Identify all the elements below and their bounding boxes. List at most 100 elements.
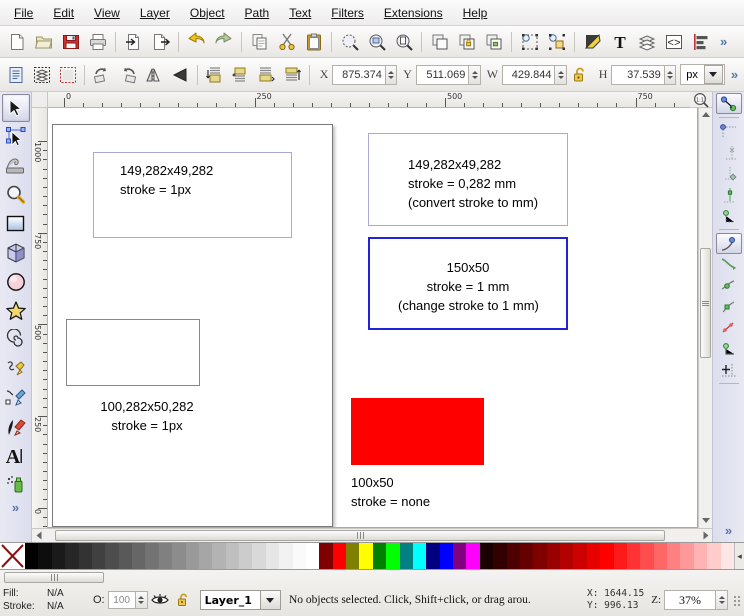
palette-swatch[interactable] [507, 543, 520, 569]
palette-swatch[interactable] [186, 543, 199, 569]
palette-swatch[interactable] [453, 543, 466, 569]
palette-swatch[interactable] [252, 543, 265, 569]
palette-swatch[interactable] [79, 543, 92, 569]
horizontal-ruler[interactable]: 0250500750 [48, 92, 690, 108]
snap-nodes-paths-toggle[interactable] [716, 233, 742, 254]
palette-swatch[interactable] [493, 543, 506, 569]
spray-tool[interactable] [2, 471, 30, 499]
horizontal-scrollbar[interactable] [32, 528, 712, 542]
palette-swatch[interactable] [627, 543, 640, 569]
xml-editor-icon[interactable]: <> [661, 29, 686, 54]
palette-swatch[interactable] [105, 543, 118, 569]
opacity-spinner[interactable] [136, 591, 148, 609]
w-field[interactable]: 429.844 [502, 65, 555, 85]
flip-horizontal-icon[interactable] [142, 62, 166, 87]
palette-swatch[interactable] [721, 543, 734, 569]
palette-swatch[interactable] [480, 543, 493, 569]
palette-swatch[interactable] [373, 543, 386, 569]
palette-swatch[interactable] [38, 543, 51, 569]
rotate-cw-icon[interactable] [116, 62, 140, 87]
snap-to-cusp-nodes-icon[interactable] [716, 296, 742, 317]
palette-swatch[interactable] [600, 543, 613, 569]
zoom-page-icon[interactable] [391, 29, 416, 54]
scroll-right-button[interactable] [699, 529, 712, 542]
group-icon[interactable] [517, 29, 542, 54]
w-field-spinner[interactable] [555, 65, 566, 85]
palette-swatch[interactable] [466, 543, 479, 569]
rectangle-tool[interactable] [2, 210, 30, 238]
text-and-font-icon[interactable]: T [607, 29, 632, 54]
horizontal-scroll-thumb[interactable] [55, 530, 665, 541]
scroll-down-button[interactable] [699, 514, 712, 527]
snap-smooth-nodes-icon[interactable] [716, 317, 742, 338]
spiral-tool[interactable] [2, 326, 30, 354]
snap-line-midpoints-icon[interactable] [716, 338, 742, 359]
toolbox-overflow[interactable]: » [6, 500, 25, 515]
palette-scroll-button[interactable]: ◂ [734, 543, 744, 569]
color-palette[interactable]: ◂ [0, 542, 744, 570]
chevron-down-icon[interactable] [704, 65, 723, 84]
palette-scrollbar-thumb[interactable] [4, 572, 104, 583]
tweak-tool[interactable] [2, 152, 30, 180]
zoom-1-to-1-icon[interactable]: 1:1 [690, 92, 712, 108]
layer-unlocked-padlock-icon[interactable] [173, 590, 195, 610]
cut-icon[interactable] [274, 29, 299, 54]
palette-swatch[interactable] [319, 543, 332, 569]
palette-swatch[interactable] [306, 543, 319, 569]
palette-swatch[interactable] [239, 543, 252, 569]
menu-edit[interactable]: Edit [43, 3, 84, 23]
menu-view[interactable]: View [84, 3, 130, 23]
menu-path[interactable]: Path [235, 3, 280, 23]
star-tool[interactable] [2, 297, 30, 325]
rect-red-filled[interactable] [351, 398, 484, 465]
palette-swatch[interactable] [279, 543, 292, 569]
palette-swatch[interactable] [293, 543, 306, 569]
lower-to-bottom-icon[interactable] [280, 62, 304, 87]
palette-swatch[interactable] [386, 543, 399, 569]
vertical-scrollbar[interactable] [698, 108, 712, 528]
raise-to-top-icon[interactable] [203, 62, 227, 87]
none-color-x-icon[interactable] [0, 543, 25, 569]
layer-visible-eye-icon[interactable] [149, 590, 171, 610]
export-icon[interactable] [148, 29, 173, 54]
palette-swatch[interactable] [707, 543, 720, 569]
zoom-spinner[interactable] [716, 590, 728, 610]
bezier-tool[interactable] [2, 384, 30, 412]
unlocked-padlock-icon[interactable] [568, 62, 592, 87]
y-field-spinner[interactable] [469, 65, 480, 85]
fill-stroke-indicator[interactable]: Fill:N/A Stroke:N/A [3, 587, 87, 613]
palette-swatch[interactable] [92, 543, 105, 569]
command-toolbar-overflow[interactable]: » [714, 34, 733, 49]
scroll-left-button[interactable] [32, 529, 45, 542]
palette-swatch[interactable] [680, 543, 693, 569]
h-field-spinner[interactable] [665, 65, 676, 85]
chevron-down-icon[interactable] [260, 591, 280, 609]
duplicate-icon[interactable] [427, 29, 452, 54]
x-field[interactable]: 875.374 [332, 65, 385, 85]
palette-swatch[interactable] [333, 543, 346, 569]
text-tool[interactable]: A [2, 442, 30, 470]
snap-path-intersections-icon[interactable] [716, 275, 742, 296]
save-document-icon[interactable] [58, 29, 83, 54]
palette-swatch[interactable] [560, 543, 573, 569]
lower-icon[interactable] [254, 62, 278, 87]
selector-tool[interactable] [2, 94, 30, 122]
palette-swatch[interactable] [199, 543, 212, 569]
clone-icon[interactable] [454, 29, 479, 54]
menu-help[interactable]: Help [453, 3, 498, 23]
menu-text[interactable]: Text [279, 3, 321, 23]
print-document-icon[interactable] [85, 29, 110, 54]
palette-swatch[interactable] [573, 543, 586, 569]
palette-swatch[interactable] [212, 543, 225, 569]
snap-bounding-boxes-icon[interactable] [716, 121, 742, 142]
snap-to-paths-icon[interactable] [716, 254, 742, 275]
palette-swatch[interactable] [132, 543, 145, 569]
fill-and-stroke-icon[interactable] [580, 29, 605, 54]
select-all-icon[interactable] [4, 62, 28, 87]
vertical-scroll-thumb[interactable] [700, 248, 711, 358]
zoom-drawing-icon[interactable] [364, 29, 389, 54]
open-document-icon[interactable] [31, 29, 56, 54]
palette-swatch[interactable] [119, 543, 132, 569]
menu-filters[interactable]: Filters [321, 3, 374, 23]
rotate-ccw-icon[interactable] [90, 62, 114, 87]
